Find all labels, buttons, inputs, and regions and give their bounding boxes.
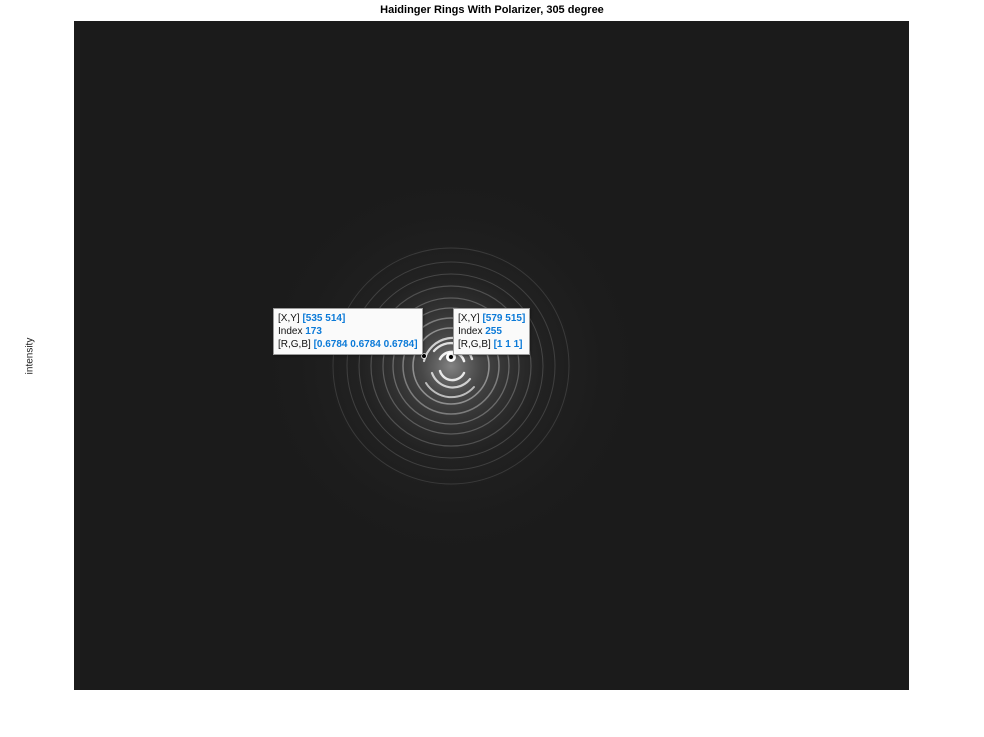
datatip-1-xy-row: [X,Y] [535 514] xyxy=(278,312,418,325)
datatip-2-xy-row: [X,Y] [579 515] xyxy=(458,312,525,325)
datatip-1-index-value: 173 xyxy=(305,326,322,337)
chart-title: Haidinger Rings With Polarizer, 305 degr… xyxy=(380,4,604,16)
datatip-2-xy-label: [X,Y] xyxy=(458,313,480,324)
datatip-1-xy-label: [X,Y] xyxy=(278,313,300,324)
datatip-1-rgb-row: [R,G,B] [0.6784 0.6784 0.6784] xyxy=(278,338,418,351)
datatip-2-index-label: Index xyxy=(458,326,483,337)
datatip-2-rgb-row: [R,G,B] [1 1 1] xyxy=(458,338,525,351)
y-axis-label: intensity xyxy=(24,337,36,375)
datatip-2-rgb-value: [1 1 1] xyxy=(493,339,523,350)
datatip-1[interactable]: [X,Y] [535 514] Index 173 [R,G,B] [0.678… xyxy=(273,308,423,355)
datatip-1-index-row: Index 173 xyxy=(278,325,418,338)
datatip-1-index-label: Index xyxy=(278,326,303,337)
datatip-2[interactable]: [X,Y] [579 515] Index 255 [R,G,B] [1 1 1… xyxy=(453,308,531,355)
datatip-1-xy-value: [535 514] xyxy=(302,313,346,324)
datatip-2-xy-value: [579 515] xyxy=(482,313,526,324)
datatip-1-rgb-value: [0.6784 0.6784 0.6784] xyxy=(313,339,418,350)
center-glow xyxy=(74,21,909,690)
datatip-1-rgb-label: [R,G,B] xyxy=(278,339,311,350)
datatip-2-rgb-label: [R,G,B] xyxy=(458,339,491,350)
datatip-2-index-row: Index 255 xyxy=(458,325,525,338)
datatip-2-index-value: 255 xyxy=(485,326,502,337)
intensity-image[interactable] xyxy=(74,21,909,690)
